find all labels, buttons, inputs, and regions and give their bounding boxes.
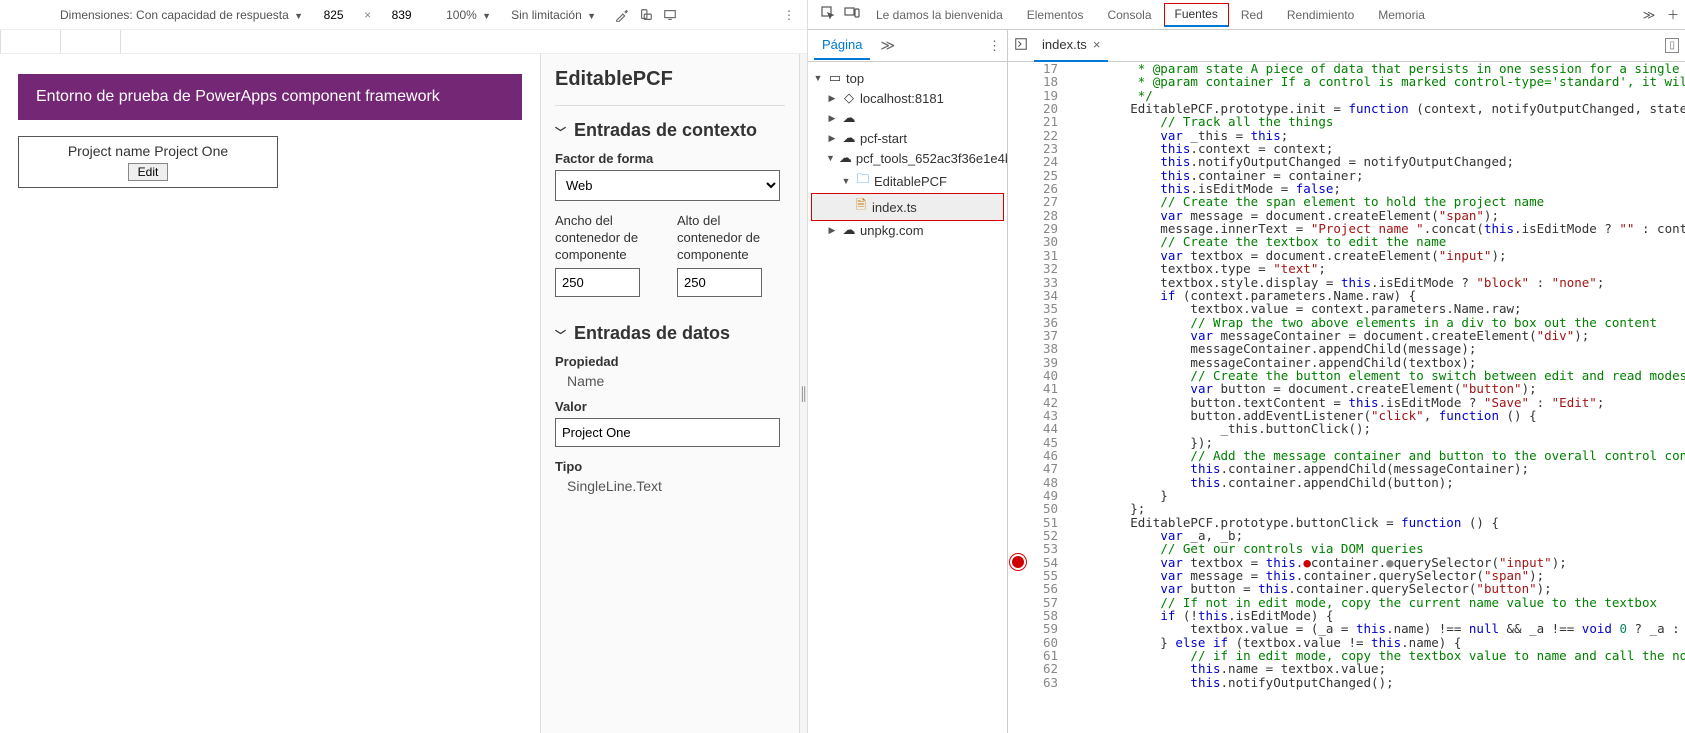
chevron-down-icon[interactable]: ﹀ <box>555 124 566 140</box>
chevron-down-icon[interactable]: ﹀ <box>555 327 566 343</box>
tree-top[interactable]: ▼▭top <box>812 68 1003 88</box>
close-icon[interactable]: × <box>1093 37 1101 52</box>
resize-handle[interactable]: ║ <box>799 54 807 733</box>
tree-pcf-start[interactable]: ▶☁pcf-start <box>812 128 1003 148</box>
form-factor-select[interactable]: Web <box>555 170 780 201</box>
tree-pcf-tools[interactable]: ▼☁pcf_tools_652ac3f36e1e4bca82 <box>812 148 1003 168</box>
container-height-label: Alto del contenedor de componente <box>677 213 785 264</box>
tree-editablepcf[interactable]: ▼🗀EditablePCF <box>812 168 1003 194</box>
component-preview: Project name Project One Edit <box>18 136 278 188</box>
harness-header: Entorno de prueba de PowerApps component… <box>18 74 522 120</box>
data-inputs-heading: Entradas de datos <box>574 323 730 343</box>
tab-network[interactable]: Red <box>1229 0 1275 30</box>
type-value: SingleLine.Text <box>555 478 785 494</box>
more-tabs-icon[interactable]: ≫ <box>1637 8 1661 22</box>
tab-performance[interactable]: Rendimiento <box>1275 0 1366 30</box>
nav-menu-icon[interactable]: ⋮ <box>988 38 1001 54</box>
edit-button[interactable]: Edit <box>128 163 169 181</box>
eyedropper-icon[interactable] <box>614 7 630 23</box>
more-icon[interactable]: ⋮ <box>781 7 797 23</box>
tree-localhost[interactable]: ▶◇localhost:8181 <box>812 88 1003 108</box>
file-tab-index-ts[interactable]: index.ts × <box>1034 30 1108 62</box>
tree-unpkg[interactable]: ▶☁unpkg.com <box>812 220 1003 240</box>
tab-welcome[interactable]: Le damos la bienvenida <box>864 0 1015 30</box>
type-label: Tipo <box>555 459 785 474</box>
ruler <box>0 30 807 54</box>
value-input[interactable] <box>555 418 780 447</box>
project-name-label: Project name <box>68 143 150 159</box>
device-toggle-icon[interactable] <box>840 5 864 24</box>
breakpoint-marker[interactable] <box>1012 556 1024 568</box>
tab-console[interactable]: Consola <box>1095 0 1163 30</box>
more-nav-icon[interactable]: ≫ <box>880 37 895 54</box>
tree-cloud[interactable]: ▶☁ <box>812 108 1003 128</box>
tree-index-ts[interactable]: 🗎index.ts <box>812 194 1003 220</box>
form-factor-label: Factor de forma <box>555 151 785 166</box>
tab-memory[interactable]: Memoria <box>1366 0 1437 30</box>
property-value: Name <box>555 373 785 389</box>
dimensions-dropdown[interactable]: Dimensiones: Con capacidad de respuesta … <box>60 8 303 22</box>
zoom-dropdown[interactable]: 100% ▼ <box>446 8 491 22</box>
rotate-icon[interactable] <box>638 7 654 23</box>
code-editor[interactable]: 1718192021222324252627282930313233343536… <box>1008 62 1685 733</box>
device-frame-icon[interactable] <box>662 7 678 23</box>
add-tab-icon[interactable]: ＋ <box>1661 6 1685 23</box>
inspector-panel: EditablePCF ﹀ Entradas de contexto Factor… <box>540 54 799 733</box>
tab-elements[interactable]: Elementos <box>1015 0 1096 30</box>
throttle-dropdown[interactable]: Sin limitación ▼ <box>511 8 596 22</box>
component-title: EditablePCF <box>555 68 785 91</box>
devtools-tabbar: Le damos la bienvenida Elementos Consola… <box>808 0 1685 30</box>
container-width-input[interactable] <box>555 268 640 297</box>
responsive-toolbar: Dimensiones: Con capacidad de respuesta … <box>0 0 807 30</box>
tab-sources[interactable]: Fuentes <box>1164 3 1229 27</box>
nav-page-tab[interactable]: Página <box>814 31 870 60</box>
dimension-separator: × <box>364 8 371 22</box>
height-input[interactable] <box>379 8 424 22</box>
container-height-input[interactable] <box>677 268 762 297</box>
toggle-sidebar-icon[interactable]: ▯ <box>1665 38 1679 53</box>
inspect-element-icon[interactable] <box>816 5 840 24</box>
project-name-value: Project One <box>154 143 228 159</box>
container-width-label: Ancho del contenedor de componente <box>555 213 663 264</box>
context-inputs-heading: Entradas de contexto <box>574 120 757 140</box>
width-input[interactable] <box>311 8 356 22</box>
property-label: Propiedad <box>555 354 785 369</box>
file-tree: ▼▭top ▶◇localhost:8181 ▶☁ ▶☁pcf-start ▼☁… <box>808 62 1007 246</box>
file-list-icon[interactable] <box>1014 37 1028 54</box>
value-label: Valor <box>555 399 785 414</box>
